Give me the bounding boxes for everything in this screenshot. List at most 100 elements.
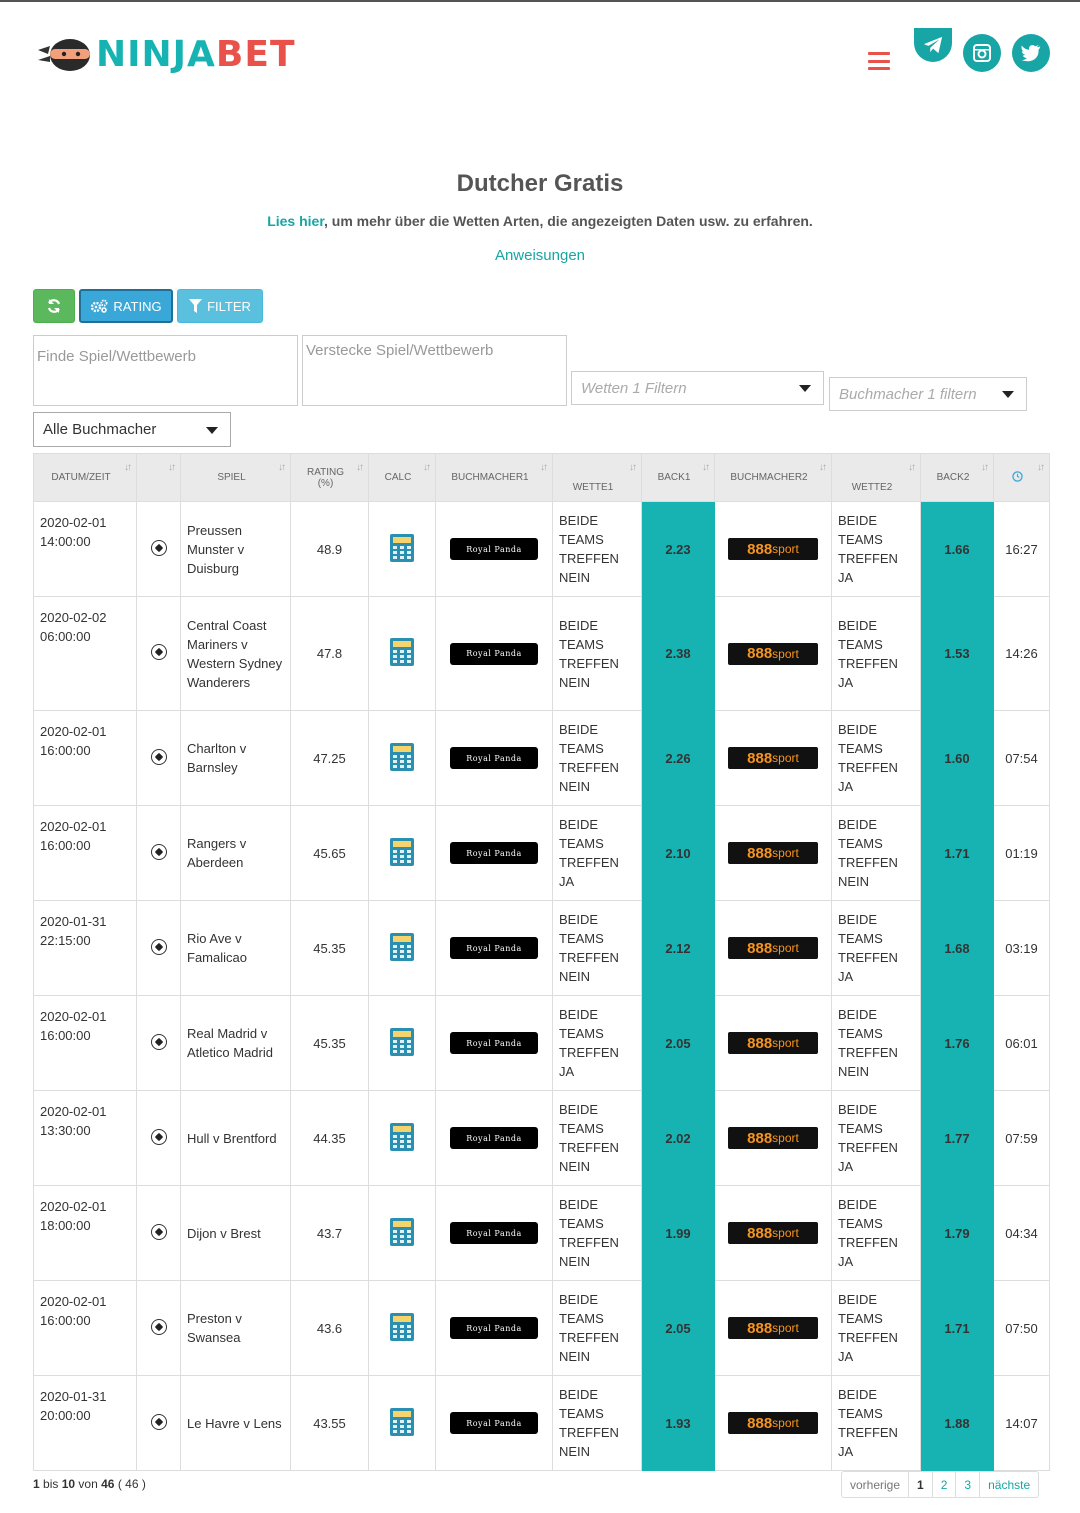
calculator-icon[interactable] [390,1217,414,1249]
royal-panda-logo[interactable]: Royal Panda [450,1127,538,1149]
royal-panda-logo[interactable]: Royal Panda [450,747,538,769]
match-name: Central Coast Mariners v Western Sydney … [180,596,291,711]
royal-panda-logo[interactable]: Royal Panda [450,642,538,665]
back2-odds[interactable]: 1.71 [920,1280,994,1376]
888sport-logo[interactable]: 888 sport [728,1317,818,1339]
page-1-button[interactable]: 1 [909,1472,933,1497]
back1-odds[interactable]: 2.02 [641,1090,715,1186]
table-row: 2020-02-01 18:00:00 Dijon v Brest 43.7 Royal… [33,1185,1050,1281]
calculator-icon[interactable] [390,932,414,964]
col-wette2[interactable]: WETTE2 ↓↑ [831,453,921,502]
col-datum[interactable]: DATUM/ZEIT ↓↑ [33,453,137,502]
back2-odds[interactable]: 1.76 [920,995,994,1091]
888sport-logo[interactable]: 888 sport [728,1412,818,1434]
back2-odds[interactable]: 1.68 [920,900,994,996]
col-buchmacher1[interactable]: BUCHMACHER1 ↓↑ [435,453,553,502]
table-row: 2020-02-01 16:00:00 Preston v Swansea 43.6 R… [33,1280,1050,1376]
royal-panda-logo[interactable]: Royal Panda [450,538,538,560]
col-back1[interactable]: BACK1 ↓↑ [641,453,715,502]
page-2-button[interactable]: 2 [933,1472,957,1497]
back2-odds[interactable]: 1.79 [920,1185,994,1281]
page-3-button[interactable]: 3 [956,1472,981,1497]
calculator-icon[interactable] [390,638,414,669]
calculator-icon[interactable] [390,742,414,774]
888sport-logo[interactable]: 888 sport [728,538,818,560]
888sport-logo[interactable]: 888 sport [728,1127,818,1149]
888sport-logo[interactable]: 888 sport [728,842,818,864]
royal-panda-logo[interactable]: Royal Panda [450,842,538,864]
888sport-logo[interactable]: 888 sport [728,642,818,665]
888sport-logo[interactable]: 888 sport [728,1222,818,1244]
royal-panda-logo[interactable]: Royal Panda [450,1032,538,1054]
bet-filter-select[interactable]: Wetten 1 Filtern [571,371,824,405]
royal-panda-logo[interactable]: Royal Panda [450,1317,538,1339]
bookmaker1-cell: Royal Panda [435,596,553,711]
rating-button[interactable]: RATING [79,289,173,323]
bookmaker-filter-select[interactable]: Buchmacher 1 filtern [829,377,1027,411]
back1-odds[interactable]: 1.99 [641,1185,715,1281]
rating-value: 48.9 [290,501,369,597]
back1-odds[interactable]: 2.05 [641,1280,715,1376]
back1-odds[interactable]: 1.93 [641,1375,715,1471]
soccer-ball-icon [150,1318,167,1335]
find-game-input[interactable]: Finde Spiel/Wettbewerb [33,335,298,406]
hide-game-input[interactable]: Verstecke Spiel/Wettbewerb [302,335,567,406]
filter-button[interactable]: FILTER [177,289,263,323]
hamburger-icon[interactable] [868,52,890,70]
calculator-icon[interactable] [390,1027,414,1059]
instagram-icon[interactable] [963,34,1001,72]
chevron-down-icon [206,426,218,434]
col-spiel[interactable]: SPIEL ↓↑ [180,453,291,502]
back2-odds[interactable]: 1.88 [920,1375,994,1471]
col-sport[interactable]: ↓↑ [136,453,181,502]
back2-odds[interactable]: 1.60 [920,710,994,806]
888sport-logo[interactable]: 888 sport [728,747,818,769]
rating-value: 47.8 [290,596,369,711]
twitter-icon[interactable] [1012,34,1050,72]
back2-odds[interactable]: 1.77 [920,1090,994,1186]
sport-cell [136,1185,181,1281]
calculator-icon[interactable] [390,533,414,565]
calculator-icon[interactable] [390,1122,414,1154]
refresh-button[interactable] [33,289,75,323]
bet1-text: BEIDE TEAMS TREFFEN NEIN [552,501,642,597]
888sport-logo[interactable]: 888 sport [728,1032,818,1054]
col-wette1[interactable]: WETTE1 ↓↑ [552,453,642,502]
col-calc[interactable]: CALC ↓↑ [368,453,436,502]
col-countdown[interactable]: ↓↑ [993,453,1050,502]
logo[interactable]: NINJABET [36,32,296,76]
back2-odds[interactable]: 1.53 [920,596,994,711]
royal-panda-logo[interactable]: Royal Panda [450,1412,538,1434]
calculator-icon[interactable] [390,837,414,869]
col-back2[interactable]: BACK2 ↓↑ [920,453,994,502]
back1-odds[interactable]: 2.10 [641,805,715,901]
col-buchmacher2[interactable]: BUCHMACHER2 ↓↑ [714,453,832,502]
instructions-link[interactable]: Anweisungen [0,247,1080,264]
back1-odds[interactable]: 2.05 [641,995,715,1091]
telegram-icon[interactable] [914,28,952,62]
back2-odds[interactable]: 1.66 [920,501,994,597]
bookmaker2-cell: 888 sport [714,805,832,901]
back1-odds[interactable]: 2.23 [641,501,715,597]
intro-text: Lies hier, um mehr über die Wetten Arten… [267,213,813,229]
bet2-text: BEIDE TEAMS TREFFEN JA [831,900,921,996]
888sport-logo[interactable]: 888 sport [728,937,818,959]
calculator-icon[interactable] [390,1407,414,1439]
back2-odds[interactable]: 1.71 [920,805,994,901]
royal-panda-logo[interactable]: Royal Panda [450,937,538,959]
calculator-icon[interactable] [390,1312,414,1344]
back1-odds[interactable]: 2.12 [641,900,715,996]
royal-panda-logo[interactable]: Royal Panda [450,1222,538,1244]
next-page-button[interactable]: nächste [980,1472,1038,1497]
lies-hier-link[interactable]: Lies hier [267,213,324,229]
sport-cell [136,805,181,901]
back1-odds[interactable]: 2.26 [641,710,715,806]
filter-icon [189,299,203,313]
col-rating[interactable]: RATING (%) ↓↑ [290,453,369,502]
all-bookmakers-select[interactable]: Alle Buchmacher [33,412,231,447]
clock-icon [1012,470,1023,482]
table-row: 2020-02-01 16:00:00 Real Madrid v Atletico… [33,995,1050,1091]
calc-cell [368,995,436,1091]
back1-odds[interactable]: 2.38 [641,596,715,711]
prev-page-button[interactable]: vorherige [842,1472,910,1497]
